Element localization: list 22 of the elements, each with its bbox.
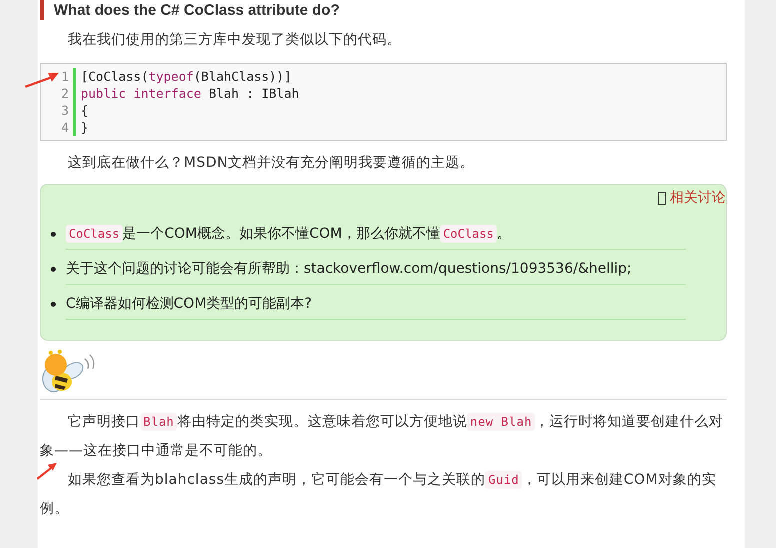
line-number: 2 xyxy=(61,85,69,102)
related-item[interactable]: 关于这个问题的讨论可能会有所帮助：stackoverflow.com/questions/1093536/&hellip; xyxy=(66,254,686,285)
related-item[interactable]: CoClass 是一个COM概念。如果你不懂COM，那么你就不懂 CoClass 。 xyxy=(66,219,686,250)
paragraph: 它声明接口 Blah 将由特定的类实现。这意味着您可以方便地说 new Blah ，运行时将知道要创建什么对象——这在接口中通常是不可能的。 xyxy=(40,412,725,461)
related-item[interactable]: C编译器如何检测COM类型的可能副本? xyxy=(66,289,686,320)
related-link[interactable]: 相关讨论 xyxy=(658,187,726,209)
article-heading: What does the C# CoClass attribute do? xyxy=(40,0,727,20)
line-number: 1 xyxy=(61,68,69,85)
line-number: 3 xyxy=(61,102,69,119)
bullet-icon xyxy=(51,267,56,272)
paragraph: 我在我们使用的第三方库中发现了类似以下的代码。 xyxy=(67,31,402,50)
bullet-icon xyxy=(51,232,56,237)
bullet-icon xyxy=(51,302,56,307)
line-number: 4 xyxy=(61,119,69,136)
code-line: { xyxy=(81,102,90,119)
paragraph: 这到底在做什么？MSDN文档并没有充分阐明我要遵循的主题。 xyxy=(67,154,476,173)
arrow-icon xyxy=(36,462,58,480)
arrow-icon xyxy=(24,70,60,88)
code-line: public interface Blah : IBlah xyxy=(81,85,300,102)
paragraph: 如果您查看为blahclass生成的声明，它可能会有一个与之关联的 Guid ，可以用来创建COM对象的实例。 xyxy=(40,470,718,519)
code-line: } xyxy=(81,119,90,136)
code-line: [CoClass(typeof(BlahClass))] xyxy=(81,68,293,85)
